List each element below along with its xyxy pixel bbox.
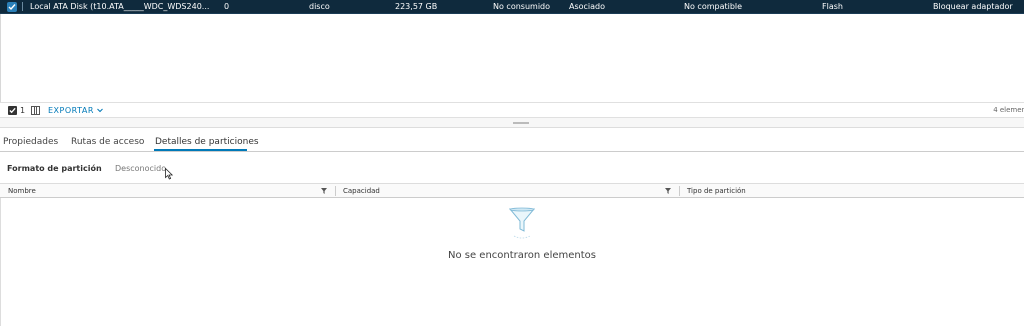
selected-count: 1 (20, 106, 26, 115)
detail-tabs: Propiedades Rutas de acceso Detalles de … (0, 128, 1024, 152)
tab-paths[interactable]: Rutas de acceso (71, 137, 144, 147)
filter-icon[interactable] (665, 188, 671, 194)
column-header-partition-type[interactable]: Tipo de partición (687, 187, 746, 195)
row-checkbox[interactable] (7, 2, 17, 12)
device-capacity: 223,57 GB (395, 2, 438, 11)
export-label: EXPORTAR (48, 106, 94, 115)
splitter-grip-icon[interactable] (513, 122, 529, 124)
checkmark-icon (9, 107, 16, 114)
column-header-capacity[interactable]: Capacidad (343, 187, 380, 195)
device-lun: 0 (224, 2, 230, 11)
column-separator[interactable] (335, 186, 336, 196)
device-operational-state: Asociado (569, 2, 606, 11)
filter-icon[interactable] (321, 188, 327, 194)
grid-footer: 1 EXPORTAR 4 elemen (0, 102, 1024, 118)
mouse-pointer-icon (165, 168, 173, 180)
device-type: disco (309, 2, 330, 11)
device-action: Bloquear adaptador (933, 2, 1013, 11)
partitions-table-header: Nombre Capacidad Tipo de partición (0, 183, 1024, 198)
total-items: 4 elemen (993, 106, 1024, 114)
select-all-checkbox[interactable] (8, 106, 17, 115)
device-grid-body (0, 14, 1024, 102)
selected-device-row[interactable]: Local ATA Disk (t10.ATA_____WDC_WDS240..… (0, 0, 1024, 14)
device-datastore: No consumido (493, 2, 551, 11)
chevron-down-icon (97, 108, 103, 113)
tab-partition-details[interactable]: Detalles de particiones (155, 137, 259, 147)
columns-icon[interactable] (31, 106, 40, 115)
partition-format-value: Desconocido (115, 164, 167, 173)
column-separator[interactable] (679, 186, 680, 196)
funnel-empty-icon (508, 207, 536, 239)
device-drive-type: Flash (822, 2, 843, 11)
partition-format-label: Formato de partición (7, 164, 102, 173)
checkmark-icon (8, 4, 16, 11)
empty-table-message: No se encontraron elementos (447, 250, 596, 261)
device-hardware-acceleration: No compatible (684, 2, 743, 11)
tab-properties[interactable]: Propiedades (3, 137, 58, 147)
column-header-name[interactable]: Nombre (8, 187, 36, 195)
pane-splitter[interactable] (0, 118, 1024, 128)
export-button[interactable]: EXPORTAR (48, 106, 103, 115)
active-tab-indicator (154, 149, 247, 151)
row-separator (22, 2, 23, 11)
device-name: Local ATA Disk (t10.ATA_____WDC_WDS240..… (30, 2, 210, 11)
